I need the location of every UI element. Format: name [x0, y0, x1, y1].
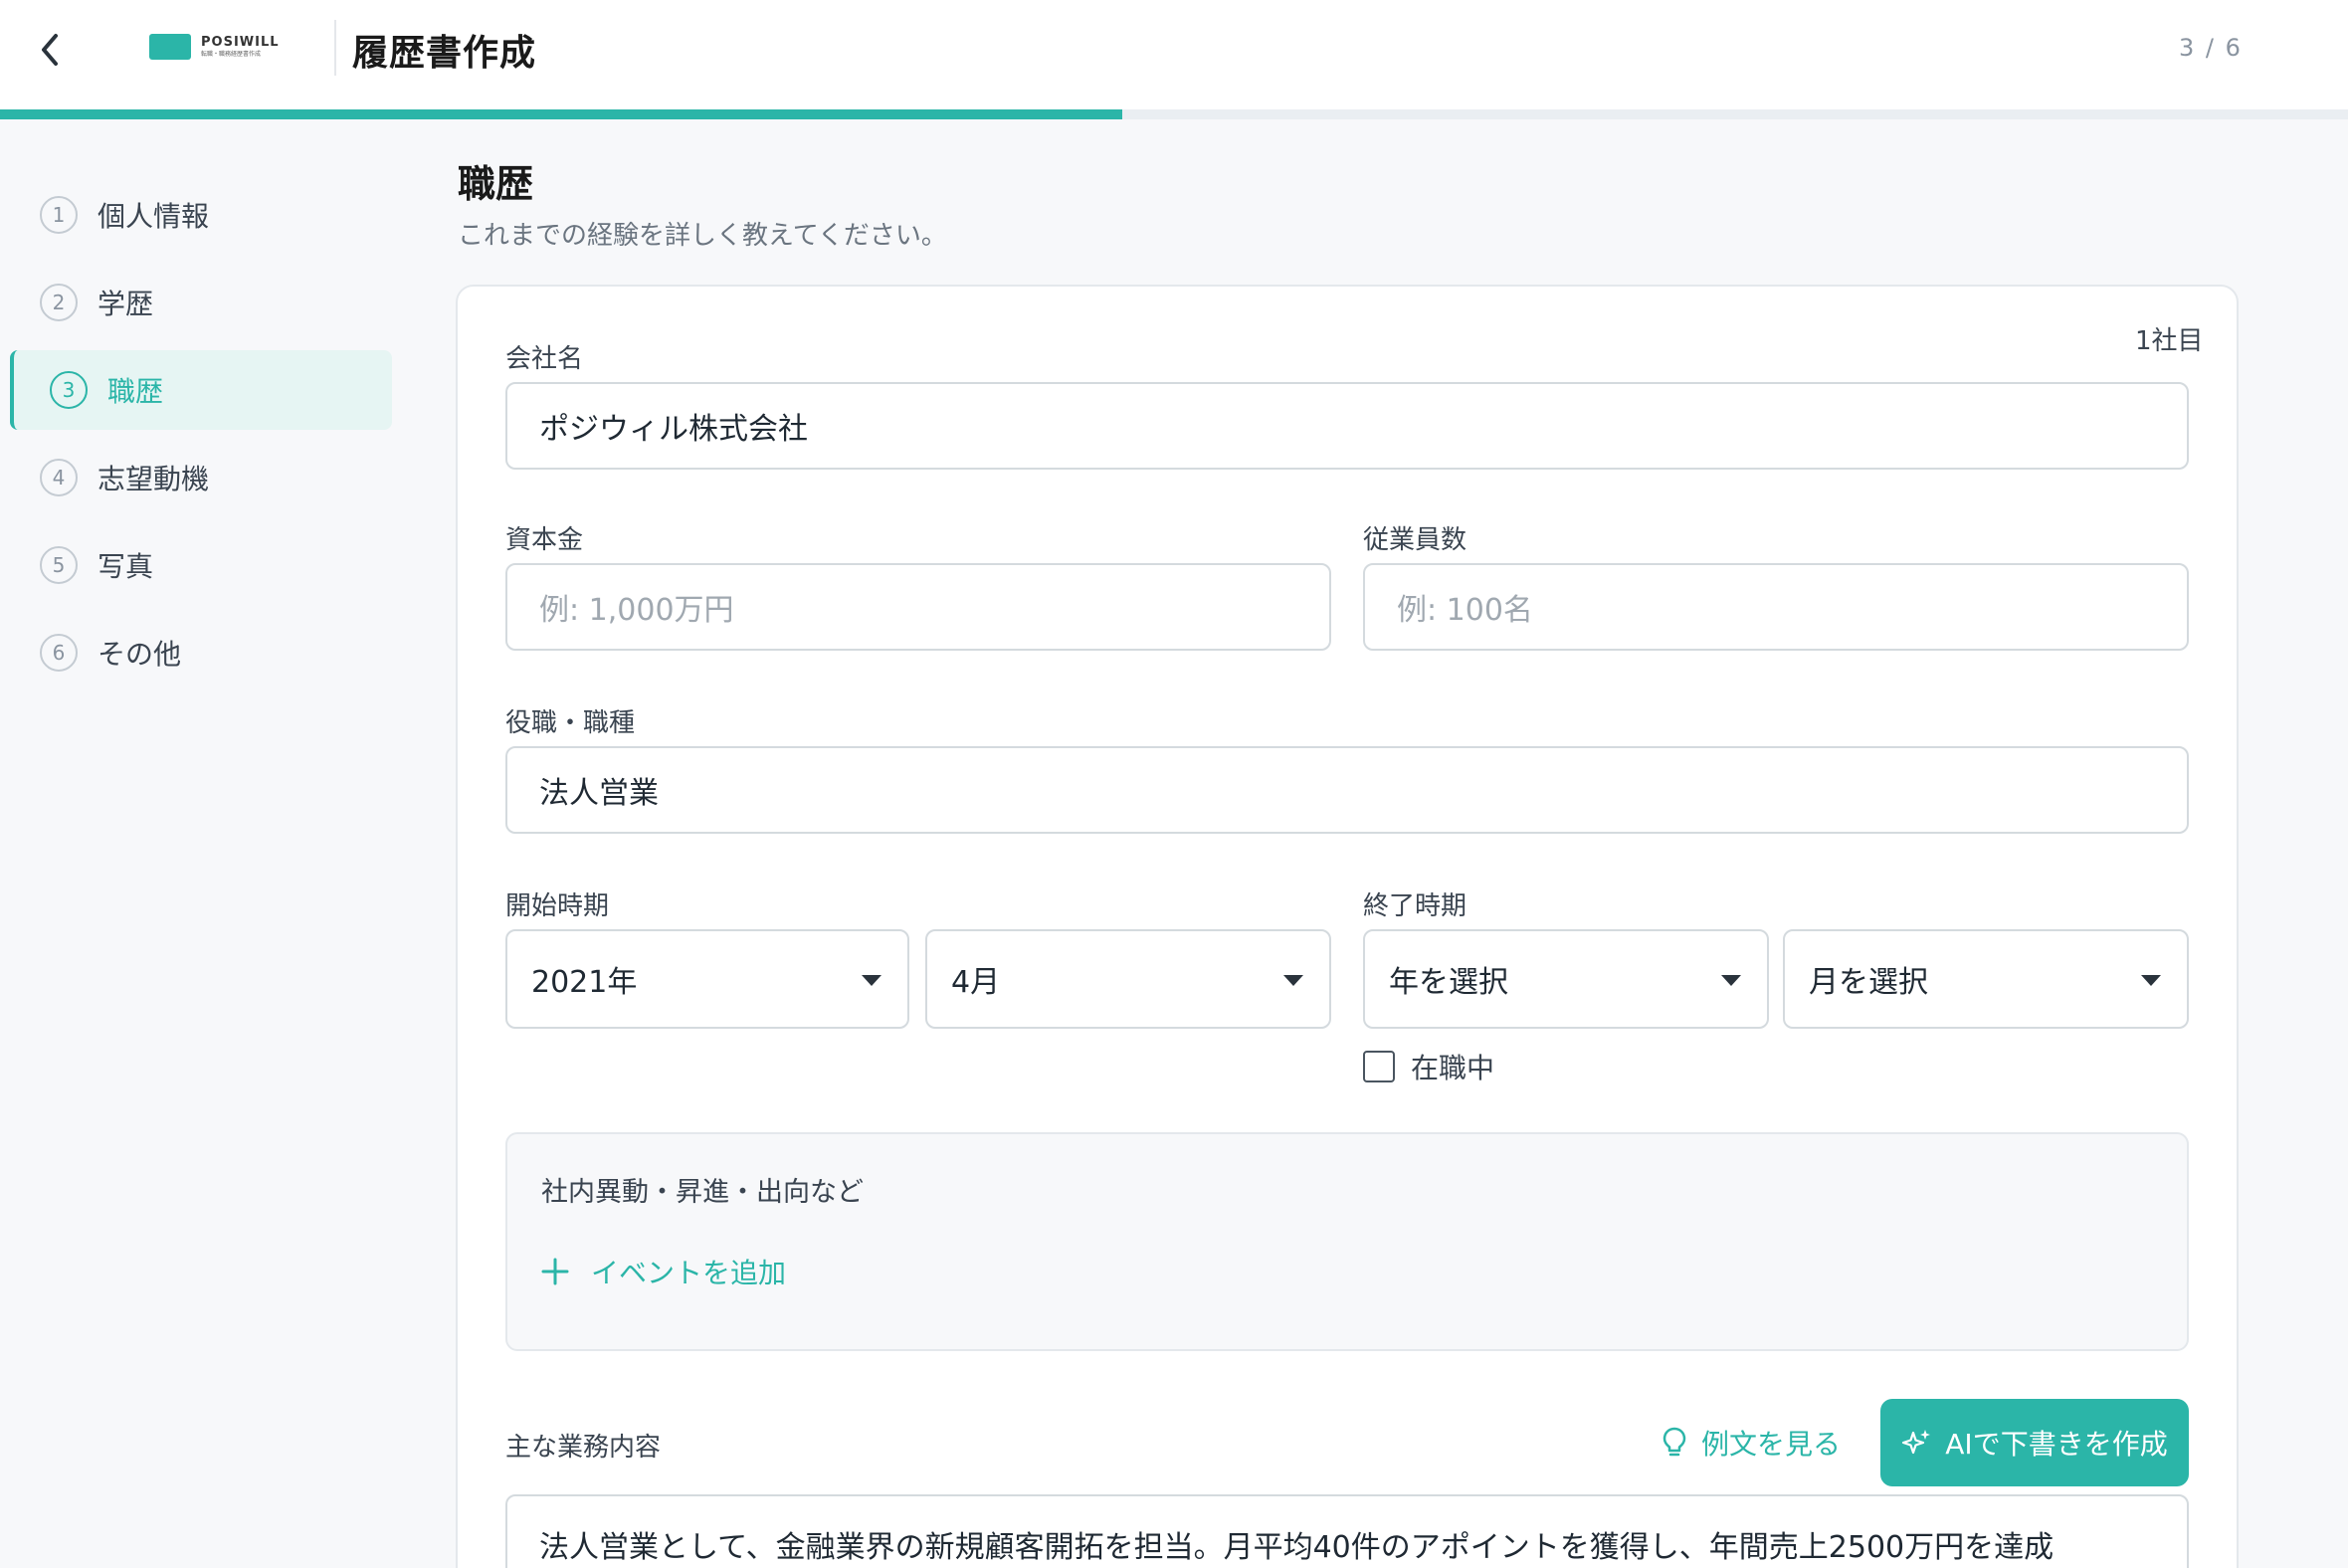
- employees-field[interactable]: 例: 100名: [1363, 563, 2189, 651]
- logo-name: POSIWILL: [201, 35, 280, 50]
- start-date-label: 開始時期: [505, 891, 610, 921]
- add-event-button[interactable]: イベントを追加: [541, 1252, 786, 1291]
- add-event-label: イベントを追加: [591, 1257, 787, 1289]
- start-month-value: 4月: [951, 965, 1001, 1000]
- ai-draft-button[interactable]: AIで下書きを作成: [1880, 1399, 2189, 1486]
- logo-mark: [149, 34, 191, 60]
- app-header: POSIWILL 転職・職務経歴書作成 履歴書作成 3 / 6: [0, 0, 2348, 109]
- sparkle-icon: [1902, 1430, 1931, 1455]
- progress-fill: [0, 109, 1123, 119]
- caret-down-icon: [2141, 975, 2161, 986]
- posiwill-logo: POSIWILL 転職・職務経歴書作成: [149, 34, 280, 60]
- sidebar-item-personal-info[interactable]: 1 個人情報: [10, 175, 392, 255]
- sidebar-item-label: その他: [98, 638, 182, 671]
- end-year-value: 年を選択: [1389, 965, 1508, 1000]
- company-name-label: 会社名: [505, 344, 584, 374]
- currently-employed-toggle[interactable]: 在職中: [1363, 1047, 1494, 1086]
- caret-down-icon: [862, 975, 881, 986]
- step-number: 5: [40, 546, 78, 584]
- position-field[interactable]: 法人営業: [505, 746, 2189, 834]
- step-number: 2: [40, 284, 78, 321]
- caret-down-icon: [1721, 975, 1741, 986]
- back-button[interactable]: [26, 26, 74, 74]
- section-subtitle: これまでの経験を詳しく教えてください。: [458, 221, 947, 251]
- header-divider: [334, 20, 336, 76]
- sidebar-item-label: 職歴: [107, 375, 164, 408]
- step-number: 3: [50, 371, 88, 409]
- step-counter: 3 / 6: [2179, 34, 2243, 62]
- end-year-select[interactable]: 年を選択: [1363, 929, 1769, 1029]
- caret-down-icon: [1283, 975, 1303, 986]
- step-sidebar: 1 個人情報 2 学歴 3 職歴 4 志望動機 5 写真 6 その他: [0, 119, 418, 1568]
- view-example-label: 例文を見る: [1701, 1428, 1842, 1461]
- events-section: 社内異動・昇進・出向など イベントを追加: [505, 1132, 2189, 1351]
- position-label: 役職・職種: [505, 708, 636, 738]
- end-date-label: 終了時期: [1363, 891, 1468, 921]
- sidebar-item-motivation[interactable]: 4 志望動機: [10, 438, 392, 517]
- lightbulb-icon: [1663, 1427, 1686, 1457]
- ai-draft-label: AIで下書きを作成: [1945, 1428, 2168, 1461]
- sidebar-item-photo[interactable]: 5 写真: [10, 525, 392, 605]
- sidebar-item-education[interactable]: 2 学歴: [10, 263, 392, 342]
- page-title: 履歴書作成: [352, 33, 537, 74]
- sidebar-item-label: 志望動機: [98, 463, 210, 495]
- logo-sub: 転職・職務経歴書作成: [201, 51, 262, 58]
- employees-label: 従業員数: [1363, 525, 1468, 555]
- start-year-value: 2021年: [531, 965, 638, 1000]
- end-month-select[interactable]: 月を選択: [1783, 929, 2189, 1029]
- currently-employed-checkbox[interactable]: [1363, 1051, 1395, 1082]
- events-title: 社内異動・昇進・出向など: [541, 1177, 864, 1208]
- sidebar-item-label: 個人情報: [98, 200, 210, 233]
- sidebar-item-label: 写真: [98, 550, 154, 583]
- step-number: 1: [40, 196, 78, 234]
- duties-textarea[interactable]: 法人営業として、金融業界の新規顧客開拓を担当。月平均40件のアポイントを獲得し、…: [505, 1494, 2189, 1568]
- company-name-field[interactable]: ポジウィル株式会社: [505, 382, 2189, 470]
- start-year-select[interactable]: 2021年: [505, 929, 909, 1029]
- step-number: 4: [40, 459, 78, 496]
- sidebar-item-label: 学歴: [98, 288, 154, 320]
- section-title: 職歴: [458, 162, 534, 206]
- end-month-value: 月を選択: [1809, 965, 1928, 1000]
- plus-icon: [541, 1258, 569, 1285]
- view-example-button[interactable]: 例文を見る: [1662, 1423, 1841, 1463]
- capital-field[interactable]: 例: 1,000万円: [505, 563, 1331, 651]
- duties-label: 主な業務内容: [505, 1433, 662, 1463]
- sidebar-item-other[interactable]: 6 その他: [10, 613, 392, 692]
- start-month-select[interactable]: 4月: [925, 929, 1331, 1029]
- capital-label: 資本金: [505, 525, 584, 555]
- currently-employed-label: 在職中: [1411, 1052, 1495, 1084]
- progress-bar: [0, 109, 2348, 119]
- sidebar-item-work-history[interactable]: 3 職歴: [10, 350, 392, 430]
- step-number: 6: [40, 634, 78, 672]
- company-count: 1社目: [2135, 326, 2204, 356]
- chevron-left-icon: [42, 34, 58, 66]
- work-history-card: [456, 285, 2239, 1568]
